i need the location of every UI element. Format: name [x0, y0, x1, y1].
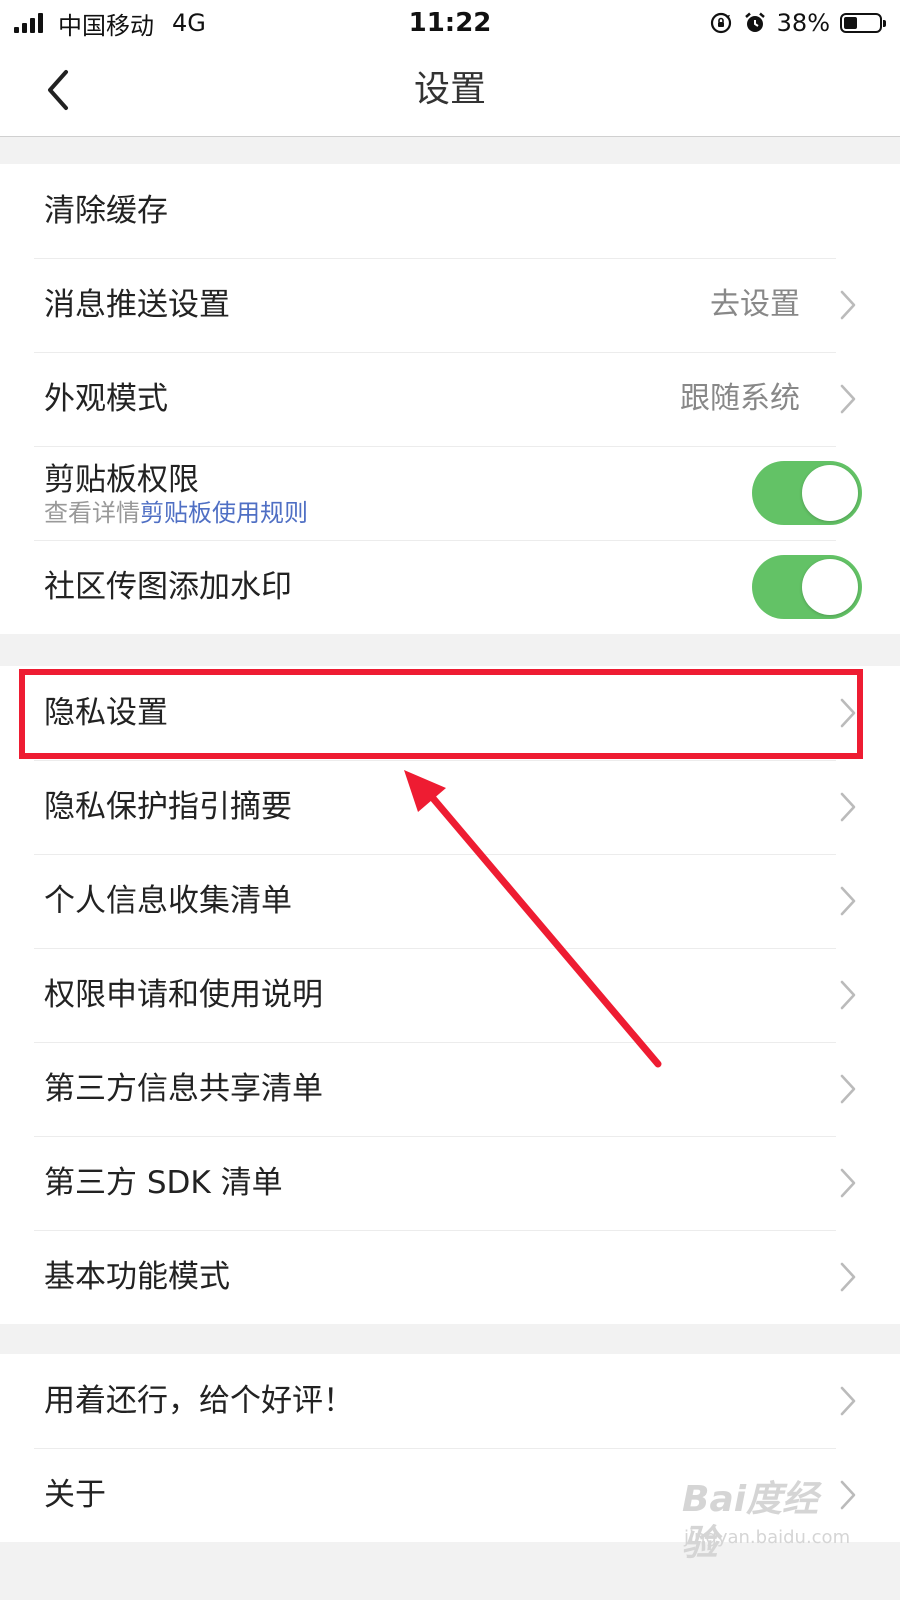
- subtitle-prefix: 查看详情: [44, 499, 140, 527]
- chevron-right-icon: [840, 886, 856, 916]
- battery-percent: 38%: [776, 9, 830, 37]
- row-push-settings[interactable]: 消息推送设置 去设置: [0, 258, 900, 352]
- row-label: 第三方 SDK 清单: [44, 1165, 283, 1201]
- row-label: 第三方信息共享清单: [44, 1071, 323, 1107]
- orientation-lock-icon: [709, 11, 733, 35]
- row-privacy-settings[interactable]: 隐私设置: [0, 666, 900, 760]
- settings-group-misc: 用着还行，给个好评！ 关于: [0, 1354, 900, 1542]
- row-label: 关于: [44, 1477, 106, 1513]
- chevron-right-icon: [840, 1386, 856, 1416]
- battery-level: [844, 17, 857, 29]
- row-rate-app[interactable]: 用着还行，给个好评！: [0, 1354, 900, 1448]
- row-permission-description[interactable]: 权限申请和使用说明: [0, 948, 900, 1042]
- row-value: 去设置: [710, 287, 800, 322]
- row-subtitle: 查看详情剪贴板使用规则: [44, 498, 308, 528]
- row-basic-mode[interactable]: 基本功能模式: [0, 1230, 900, 1324]
- row-label: 隐私保护指引摘要: [44, 789, 292, 825]
- chevron-right-icon: [840, 1262, 856, 1292]
- row-clear-cache[interactable]: 清除缓存: [0, 164, 900, 258]
- chevron-right-icon: [840, 1480, 856, 1510]
- row-third-party-sharing[interactable]: 第三方信息共享清单: [0, 1042, 900, 1136]
- toggle-knob: [802, 465, 858, 521]
- page-title: 设置: [413, 69, 486, 110]
- row-personal-info-list[interactable]: 个人信息收集清单: [0, 854, 900, 948]
- row-label: 基本功能模式: [44, 1259, 230, 1295]
- row-third-party-sdk[interactable]: 第三方 SDK 清单: [0, 1136, 900, 1230]
- row-clipboard-permission: 剪贴板权限 查看详情剪贴板使用规则: [0, 446, 900, 540]
- chevron-right-icon: [840, 980, 856, 1010]
- chevron-right-icon: [840, 1168, 856, 1198]
- row-label: 隐私设置: [44, 695, 168, 731]
- watermark-toggle[interactable]: [752, 555, 862, 619]
- clipboard-rules-link[interactable]: 剪贴板使用规则: [140, 499, 308, 527]
- row-value: 跟随系统: [680, 381, 800, 416]
- row-label: 剪贴板权限: [44, 462, 199, 498]
- chevron-right-icon: [840, 792, 856, 822]
- row-label: 社区传图添加水印: [44, 569, 292, 605]
- nav-bar: 设置: [0, 44, 900, 137]
- row-label: 用着还行，给个好评！: [44, 1383, 354, 1419]
- row-label: 消息推送设置: [44, 287, 230, 323]
- row-label: 外观模式: [44, 381, 168, 417]
- chevron-right-icon: [840, 384, 856, 414]
- row-privacy-summary[interactable]: 隐私保护指引摘要: [0, 760, 900, 854]
- settings-group-general: 清除缓存 消息推送设置 去设置 外观模式 跟随系统 剪贴板权限 查看详情剪贴板使…: [0, 164, 900, 634]
- chevron-right-icon: [840, 290, 856, 320]
- chevron-right-icon: [840, 1074, 856, 1104]
- battery-icon: [840, 13, 886, 33]
- row-label: 个人信息收集清单: [44, 883, 292, 919]
- row-appearance-mode[interactable]: 外观模式 跟随系统: [0, 352, 900, 446]
- settings-group-privacy: 隐私设置 隐私保护指引摘要 个人信息收集清单 权限申请和使用说明 第三方信息共享…: [0, 666, 900, 1324]
- status-bar: 中国移动 4G 11:22 38%: [0, 0, 900, 44]
- status-right: 38%: [709, 6, 886, 40]
- row-about[interactable]: 关于: [0, 1448, 900, 1542]
- clipboard-permission-toggle[interactable]: [752, 461, 862, 525]
- row-label: 权限申请和使用说明: [44, 977, 323, 1013]
- alarm-icon: [743, 11, 767, 35]
- toggle-knob: [802, 559, 858, 615]
- chevron-right-icon: [840, 698, 856, 728]
- row-label: 清除缓存: [44, 193, 168, 229]
- row-community-watermark: 社区传图添加水印: [0, 540, 900, 634]
